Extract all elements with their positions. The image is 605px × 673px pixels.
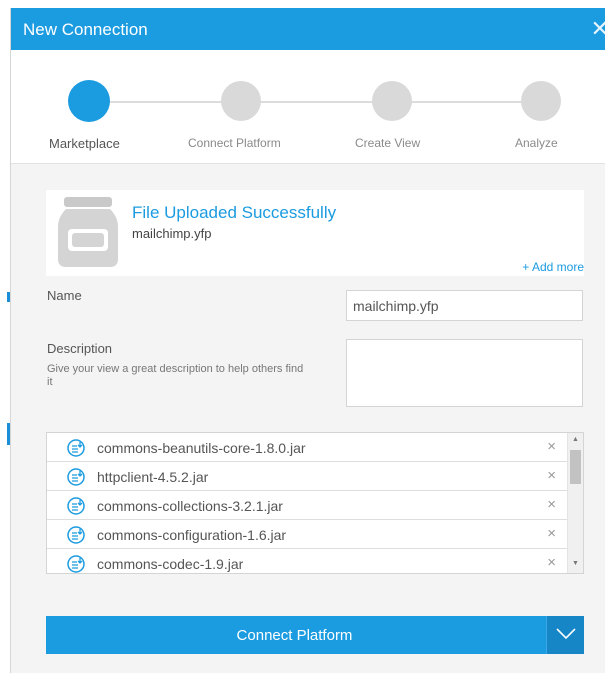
file-row: commons-collections-3.2.1.jar ×	[47, 491, 568, 520]
file-download-icon	[67, 555, 85, 573]
connect-platform-label: Connect Platform	[236, 627, 353, 644]
wizard-steps: Marketplace Connect Platform Create View…	[11, 50, 605, 164]
file-download-icon	[67, 468, 85, 486]
new-connection-dialog: New Connection ✕ Marketplace Connect Pla…	[10, 8, 605, 673]
file-name: commons-configuration-1.6.jar	[97, 527, 287, 543]
uploaded-file-name: mailchimp.yfp	[132, 226, 212, 241]
file-name: commons-beanutils-core-1.8.0.jar	[97, 440, 306, 456]
upload-success-message: File Uploaded Successfully	[132, 203, 337, 222]
description-hint: Give your view a great description to he…	[47, 363, 304, 388]
jar-icon	[58, 197, 118, 267]
file-name: commons-collections-3.2.1.jar	[97, 498, 283, 514]
file-name: commons-codec-1.9.jar	[97, 556, 244, 572]
file-row: httpclient-4.5.2.jar ×	[47, 462, 568, 491]
remove-file-icon[interactable]: ×	[547, 467, 556, 484]
file-name: httpclient-4.5.2.jar	[97, 469, 209, 485]
remove-file-icon[interactable]: ×	[547, 438, 556, 455]
file-download-icon	[67, 497, 85, 515]
step-dot-analyze[interactable]	[521, 81, 561, 121]
description-textarea[interactable]	[346, 339, 583, 407]
connect-platform-button[interactable]: Connect Platform	[46, 616, 584, 654]
name-input[interactable]: mailchimp.yfp	[346, 290, 583, 321]
file-download-icon	[67, 439, 85, 457]
screen: New Connection ✕ Marketplace Connect Pla…	[0, 0, 605, 673]
chevron-down-icon	[556, 628, 576, 640]
file-list: commons-beanutils-core-1.8.0.jar × httpc…	[46, 432, 584, 574]
steps-connector	[89, 101, 539, 103]
remove-file-icon[interactable]: ×	[547, 554, 556, 571]
scrollbar-thumb[interactable]	[570, 450, 581, 484]
step-dot-connect-platform[interactable]	[221, 81, 261, 121]
step-label-analyze[interactable]: Analyze	[515, 136, 558, 150]
scroll-down-arrow-icon[interactable]: ▼	[572, 560, 579, 567]
upload-panel: File Uploaded Successfully mailchimp.yfp…	[46, 190, 584, 276]
file-row: commons-codec-1.9.jar ×	[47, 549, 568, 573]
remove-file-icon[interactable]: ×	[547, 496, 556, 513]
add-more-link[interactable]: + Add more	[522, 260, 584, 274]
file-list-scrollbar[interactable]: ▲ ▼	[567, 433, 583, 573]
connect-options-dropdown[interactable]	[546, 616, 584, 654]
file-download-icon	[67, 526, 85, 544]
close-icon[interactable]: ✕	[591, 16, 605, 42]
background-edge	[0, 0, 10, 673]
description-label: Description	[47, 341, 113, 356]
file-row: commons-beanutils-core-1.8.0.jar ×	[47, 433, 568, 462]
file-row: commons-configuration-1.6.jar ×	[47, 520, 568, 549]
name-label: Name	[47, 288, 82, 303]
dialog-titlebar: New Connection ✕	[11, 8, 605, 50]
step-label-marketplace[interactable]: Marketplace	[49, 136, 120, 151]
remove-file-icon[interactable]: ×	[547, 525, 556, 542]
step-label-connect-platform[interactable]: Connect Platform	[188, 136, 281, 150]
step-label-create-view[interactable]: Create View	[355, 136, 420, 150]
step-dot-marketplace[interactable]	[68, 80, 110, 122]
step-dot-create-view[interactable]	[372, 81, 412, 121]
dialog-title: New Connection	[23, 20, 148, 39]
scroll-up-arrow-icon[interactable]: ▲	[572, 436, 579, 443]
